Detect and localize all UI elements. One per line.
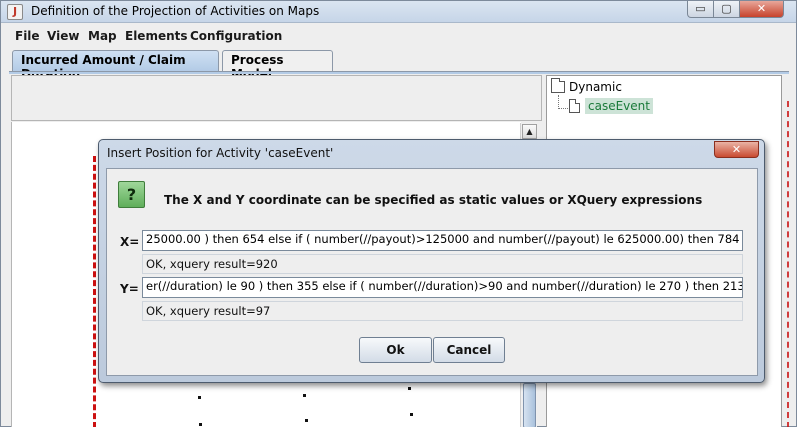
map-point	[305, 419, 308, 422]
window-title: Definition of the Projection of Activiti…	[31, 4, 320, 18]
map-point	[303, 394, 306, 397]
ok-button[interactable]: Ok	[359, 337, 432, 363]
menu-view[interactable]: View	[47, 29, 79, 43]
y-expression-input[interactable]: er(//duration) le 90 ) then 355 else if …	[142, 277, 743, 298]
tab-divider	[9, 71, 789, 74]
java-icon: J	[7, 4, 23, 20]
dialog-close-button[interactable]: ✕	[714, 141, 759, 158]
dialog-message: The X and Y coordinate can be specified …	[164, 193, 703, 207]
tree-connector	[558, 95, 568, 109]
x-result: OK, xquery result=920	[142, 254, 743, 274]
map-point	[410, 413, 413, 416]
map-header	[11, 75, 542, 121]
maximize-button[interactable]: ▢	[713, 1, 740, 18]
map-point	[198, 396, 201, 399]
close-button[interactable]: ✕	[739, 1, 784, 18]
menu-map[interactable]: Map	[88, 29, 117, 43]
scroll-up-arrow-icon[interactable]: ▲	[522, 124, 537, 139]
document-icon	[569, 99, 580, 113]
y-label: Y=	[120, 282, 139, 296]
folder-icon	[551, 78, 565, 93]
insert-position-dialog: Insert Position for Activity 'caseEvent'…	[98, 139, 765, 383]
marker-line	[787, 101, 789, 427]
minimize-button[interactable]: ▭	[687, 1, 714, 18]
cancel-button[interactable]: Cancel	[433, 337, 505, 363]
y-result: OK, xquery result=97	[142, 301, 743, 321]
scrollbar-thumb[interactable]	[523, 383, 536, 427]
menu-bar: File View Map Elements Configuration	[1, 25, 796, 47]
x-expression-input[interactable]: 25000.00 ) then 654 else if ( number(//p…	[142, 230, 743, 251]
marker-line	[93, 156, 96, 427]
tree-node-label: caseEvent	[585, 98, 653, 114]
map-point	[199, 423, 202, 426]
tab-strip: Incurred Amount / Claim Duration Process…	[9, 50, 789, 81]
dialog-title: Insert Position for Activity 'caseEvent'	[107, 146, 334, 160]
map-point	[408, 387, 411, 390]
x-label: X=	[120, 235, 140, 249]
dialog-body: ? The X and Y coordinate can be specifie…	[106, 168, 758, 376]
tree-node-label: Dynamic	[569, 80, 622, 94]
menu-configuration[interactable]: Configuration	[190, 29, 282, 43]
question-icon: ?	[118, 181, 145, 208]
menu-elements[interactable]: Elements	[125, 29, 188, 43]
tab-incurred-amount[interactable]: Incurred Amount / Claim Duration	[12, 50, 219, 81]
tab-process-model[interactable]: Process Model	[222, 50, 333, 81]
menu-file[interactable]: File	[15, 29, 40, 43]
title-bar: J Definition of the Projection of Activi…	[1, 1, 796, 23]
